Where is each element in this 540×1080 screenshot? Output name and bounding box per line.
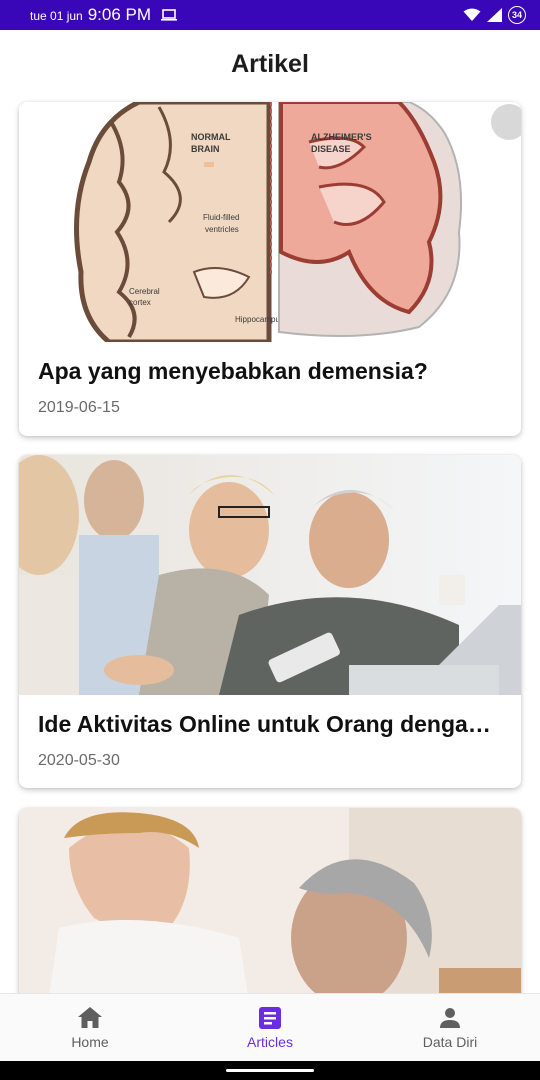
article-image: NORMAL BRAIN Fluid-filled ventricles Cer…	[19, 102, 521, 342]
page-title: Artikel	[231, 50, 309, 78]
image-annotation-ventricles: Fluid-filled	[203, 213, 239, 222]
article-date: 2019-06-15	[38, 399, 120, 416]
signal-icon	[487, 8, 502, 22]
svg-text:DISEASE: DISEASE	[311, 144, 351, 154]
wifi-icon	[463, 8, 481, 21]
article-title: Apa yang menyebabkan demensia?	[38, 358, 428, 384]
system-gesture-bar	[0, 1061, 540, 1080]
nav-articles[interactable]: Articles	[180, 994, 360, 1061]
home-icon	[78, 1006, 102, 1028]
article-date: 2020-05-30	[38, 752, 120, 769]
nav-data-diri[interactable]: Data Diri	[360, 994, 540, 1061]
status-right: 34	[463, 6, 526, 24]
status-time: 9:06 PM	[87, 5, 152, 24]
article-title: Ide Aktivitas Online untuk Orang dengan …	[38, 711, 512, 737]
article-card[interactable]: Ide Aktivitas Online untuk Orang dengan …	[19, 455, 521, 788]
article-icon	[259, 1006, 281, 1029]
article-card[interactable]: NORMAL BRAIN Fluid-filled ventricles Cer…	[19, 102, 521, 436]
image-annotation-cortex: Cerebral	[129, 287, 160, 296]
notification-badge: 34	[508, 6, 526, 24]
nav-home-label: Home	[71, 1033, 109, 1050]
svg-text:BRAIN: BRAIN	[191, 144, 220, 154]
nav-home[interactable]: Home	[0, 994, 180, 1061]
svg-text:ventricles: ventricles	[205, 225, 239, 234]
bottom-navigation: Home Articles Data Diri	[0, 993, 540, 1061]
person-icon	[440, 1007, 460, 1028]
svg-text:cortex: cortex	[129, 298, 151, 307]
status-bar: tue 01 jun 9:06 PM 34	[0, 0, 540, 30]
status-date: tue 01 jun	[30, 9, 83, 23]
nav-data-diri-label: Data Diri	[422, 1033, 478, 1050]
image-label-normal: NORMAL	[191, 132, 231, 142]
nav-articles-label: Articles	[247, 1033, 293, 1050]
image-annotation-hippocampus: Hippocampus	[235, 315, 284, 324]
gesture-handle[interactable]	[226, 1069, 314, 1072]
laptop-icon	[161, 9, 178, 21]
status-left: tue 01 jun 9:06 PM	[30, 5, 178, 25]
article-image	[19, 455, 521, 695]
image-label-alzheimers: ALZHEIMER'S	[311, 132, 372, 142]
